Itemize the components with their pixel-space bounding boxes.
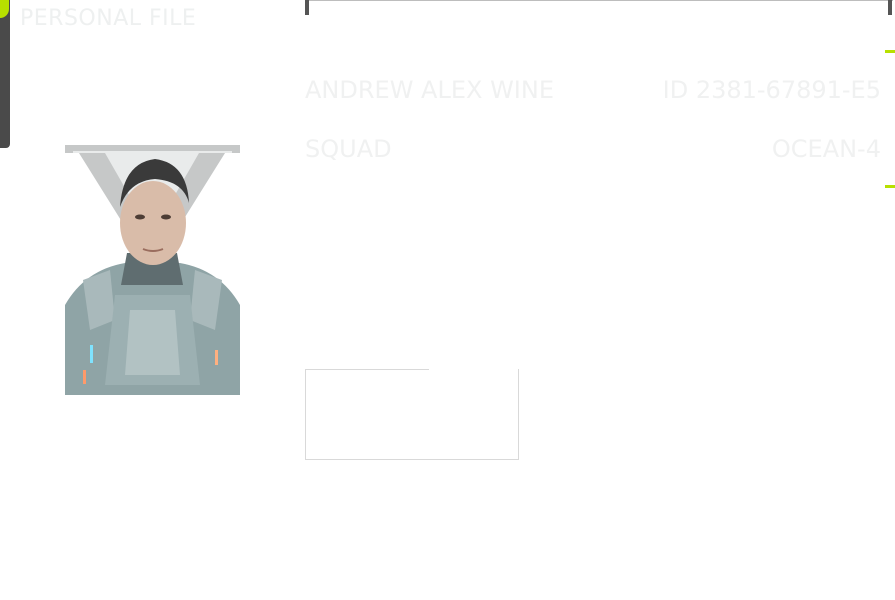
soldier-portrait-image — [65, 145, 240, 395]
top-frame-left-tick — [305, 0, 309, 15]
portrait-frame — [65, 145, 240, 395]
right-marker-bottom — [885, 185, 895, 188]
top-frame-right-tick — [888, 0, 892, 15]
squad-value: OCEAN-4 — [771, 135, 881, 163]
name-row: ANDREW ALEX WINE ID 2381-67891-E5 — [305, 76, 881, 104]
squad-label: SQUAD — [305, 135, 392, 163]
info-panel-top-border — [305, 369, 429, 370]
left-edge-bar — [0, 0, 10, 148]
profile-id: ID 2381-67891-E5 — [662, 76, 881, 104]
profile-name: ANDREW ALEX WINE — [305, 76, 554, 104]
right-marker-top — [885, 50, 895, 53]
top-frame-line — [305, 0, 893, 1]
squad-row: SQUAD OCEAN-4 — [305, 135, 881, 163]
info-panel-box — [305, 369, 519, 460]
page-title: PERSONAL FILE — [20, 6, 197, 31]
